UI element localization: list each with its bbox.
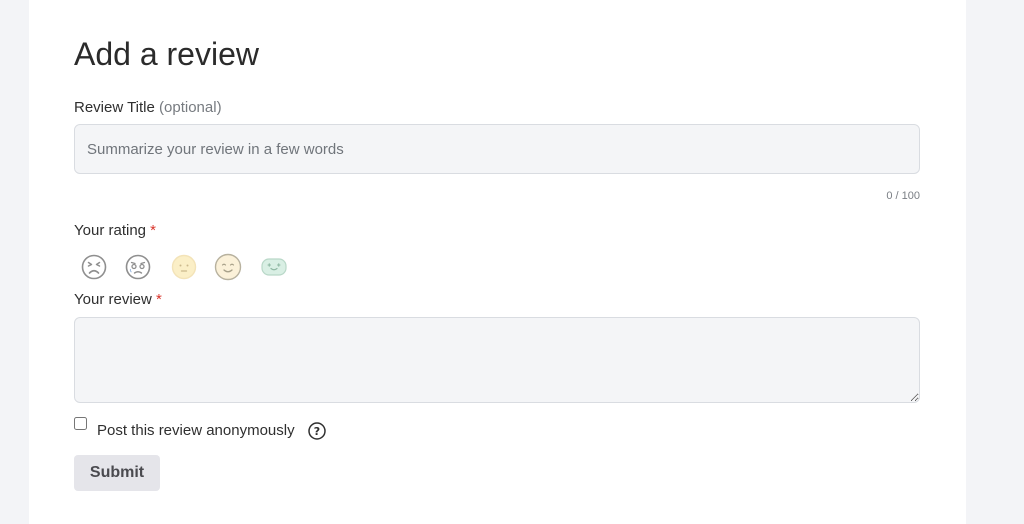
neutral-face-icon[interactable] <box>170 253 198 281</box>
optional-note: (optional) <box>159 99 222 116</box>
svg-text:?: ? <box>314 425 320 438</box>
title-char-counter: 0 / 100 <box>886 190 920 202</box>
review-textarea[interactable] <box>74 317 920 403</box>
submit-button[interactable]: Submit <box>74 455 160 491</box>
review-label-text: Your review <box>74 291 152 308</box>
question-circle-icon[interactable]: ? <box>308 422 326 440</box>
anonymous-checkbox[interactable] <box>74 417 87 430</box>
review-card: Add a review Review Title (optional) 0 /… <box>29 0 966 524</box>
required-asterisk: * <box>150 222 157 239</box>
anonymous-label[interactable]: Post this review anonymously <box>97 422 295 439</box>
dissatisfied-face-icon[interactable] <box>124 253 152 281</box>
review-title-label: Review Title (optional) <box>74 99 222 116</box>
rating-label-text: Your rating <box>74 222 146 239</box>
satisfied-face-icon[interactable] <box>214 253 242 281</box>
very-dissatisfied-face-icon[interactable] <box>80 253 108 281</box>
page-title: Add a review <box>74 36 259 72</box>
rating-label: Your rating * <box>74 222 156 239</box>
review-label: Your review * <box>74 291 162 308</box>
review-title-label-text: Review Title <box>74 99 155 116</box>
required-asterisk: * <box>156 291 162 308</box>
very-satisfied-face-icon[interactable] <box>260 253 288 281</box>
review-title-input[interactable] <box>74 124 920 174</box>
